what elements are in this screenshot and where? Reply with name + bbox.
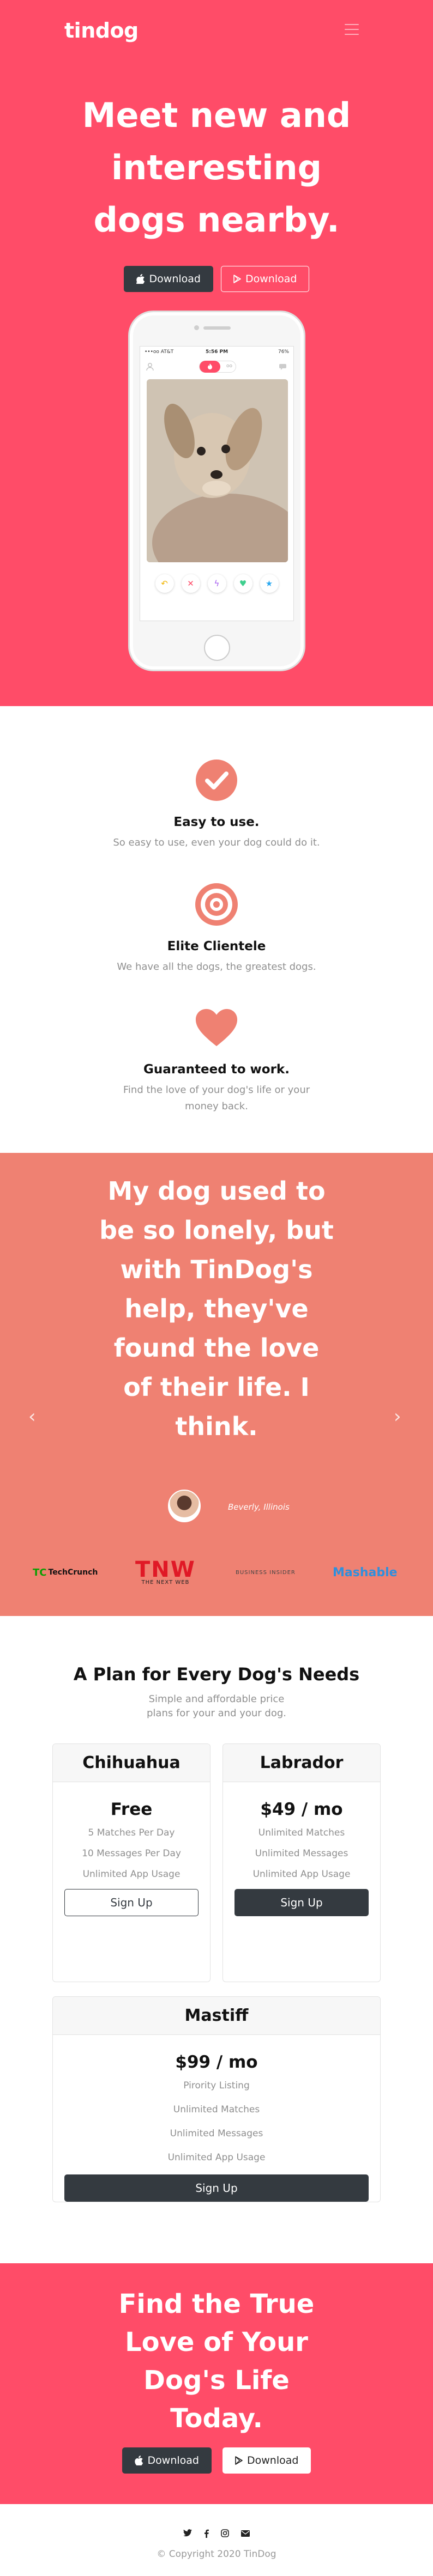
profile-icon bbox=[146, 362, 154, 371]
testimonial-author: Beverly, Illinois bbox=[228, 1502, 290, 1512]
plan-price: $49 / mo bbox=[260, 1800, 343, 1819]
plan-price: Free bbox=[110, 1800, 153, 1819]
plan-feature: Unlimited App Usage bbox=[82, 1869, 181, 1880]
feature-easy: Easy to use. So easy to use, even your d… bbox=[0, 758, 433, 851]
feature-text: We have all the dogs, the greatest dogs. bbox=[117, 961, 316, 973]
techcrunch-logo: TC TechCrunch bbox=[33, 1566, 98, 1578]
mashable-logo: Mashable bbox=[333, 1565, 398, 1579]
google-play-icon bbox=[233, 275, 241, 283]
hero-title: Meet new and interesting dogs nearby. bbox=[82, 95, 351, 240]
business-insider-logo: BUSINESS INSIDER bbox=[236, 1569, 296, 1576]
like-icon[interactable]: ♥ bbox=[233, 574, 252, 593]
flame-icon bbox=[200, 361, 220, 373]
title-section: tindog Meet new and interesting dogs nea… bbox=[0, 0, 433, 706]
plan-card-labrador: Labrador $49 / mo Unlimited Matches Unli… bbox=[222, 1743, 381, 1982]
download-play-button[interactable]: Download bbox=[222, 2447, 311, 2474]
download-apple-label: Download bbox=[147, 2455, 199, 2466]
google-play-icon bbox=[235, 2456, 243, 2465]
cta-title: Find the True Love of Your Dog's Life To… bbox=[118, 2289, 315, 2434]
nope-icon[interactable]: ✕ bbox=[181, 574, 200, 593]
plan-feature: Unlimited App Usage bbox=[167, 2152, 266, 2163]
plan-card-mastiff: Mastiff $99 / mo Pirority Listing Unlimi… bbox=[52, 1996, 381, 2202]
apple-icon bbox=[134, 2456, 143, 2465]
check-circle-icon bbox=[195, 758, 238, 802]
plan-feature: Unlimited Matches bbox=[258, 1827, 345, 1838]
hero-download-buttons: Download Download bbox=[0, 266, 433, 292]
download-apple-label: Download bbox=[149, 273, 201, 285]
footer: © Copyright 2020 TinDog bbox=[0, 2504, 433, 2576]
pricing-subtitle: Simple and affordable price plans for yo… bbox=[147, 1693, 286, 1719]
bullseye-icon bbox=[195, 883, 238, 926]
feature-guaranteed: Guaranteed to work. Find the love of you… bbox=[0, 1006, 433, 1115]
super-like-icon[interactable]: ★ bbox=[260, 574, 279, 593]
cta-section: Find the True Love of Your Dog's Life To… bbox=[0, 2263, 433, 2504]
carousel-next-icon[interactable]: › bbox=[394, 1406, 401, 1427]
apple-icon bbox=[136, 274, 145, 284]
heart-icon bbox=[195, 1006, 238, 1049]
testimonial-quote: My dog used to be so lonely, but with Ti… bbox=[99, 1176, 334, 1441]
phone-speaker bbox=[203, 326, 231, 330]
plan-feature: Unlimited Matches bbox=[173, 2104, 260, 2115]
hamburger-icon[interactable] bbox=[345, 24, 359, 35]
app-bar: oo bbox=[140, 359, 293, 375]
email-icon[interactable] bbox=[241, 2529, 250, 2540]
plan-price: $99 / mo bbox=[175, 2052, 258, 2072]
plan-feature: Unlimited Messages bbox=[170, 2128, 263, 2139]
status-battery: 76% bbox=[278, 349, 289, 355]
undo-icon[interactable]: ↶ bbox=[155, 574, 174, 593]
twitter-icon[interactable] bbox=[183, 2529, 192, 2540]
chat-icon bbox=[279, 362, 288, 371]
sign-up-button[interactable]: Sign Up bbox=[64, 2174, 369, 2202]
feature-title: Elite Clientele bbox=[167, 939, 266, 953]
plan-feature: 10 Messages Per Day bbox=[82, 1848, 181, 1859]
sign-up-button[interactable]: Sign Up bbox=[234, 1889, 369, 1916]
download-apple-button[interactable]: Download bbox=[122, 2447, 212, 2474]
press-logos: TC TechCrunch TNW THE NEXT WEB BUSINESS I… bbox=[0, 1556, 433, 1600]
copyright-text: © Copyright 2020 TinDog bbox=[157, 2549, 276, 2560]
features-section: Easy to use. So easy to use, even your d… bbox=[0, 706, 433, 1153]
feature-text: So easy to use, even your dog could do i… bbox=[113, 837, 320, 848]
dog-photo bbox=[147, 379, 288, 562]
feature-text: Find the love of your dog's life or your… bbox=[123, 1084, 310, 1112]
cta-download-buttons: Download Download bbox=[0, 2447, 433, 2474]
plan-feature: Pirority Listing bbox=[183, 2080, 250, 2091]
phone-home-button bbox=[204, 635, 230, 661]
phone-mockup: •••oo AT&T 5:56 PM 76% oo ↶ ✕ ϟ ♥ ★ bbox=[128, 311, 305, 671]
plan-feature: 5 Matches Per Day bbox=[88, 1827, 175, 1838]
instagram-icon[interactable] bbox=[221, 2529, 229, 2540]
download-play-label: Download bbox=[245, 273, 297, 285]
plan-name: Labrador bbox=[223, 1744, 380, 1782]
feature-elite: Elite Clientele We have all the dogs, th… bbox=[0, 883, 433, 975]
testimonials-section: My dog used to be so lonely, but with Ti… bbox=[0, 1153, 433, 1616]
tnw-logo: TNW THE NEXT WEB bbox=[135, 1557, 196, 1585]
phone-screen: •••oo AT&T 5:56 PM 76% oo ↶ ✕ ϟ ♥ ★ bbox=[140, 346, 294, 621]
carousel-prev-icon[interactable]: ‹ bbox=[28, 1406, 36, 1427]
download-play-label: Download bbox=[247, 2455, 299, 2466]
plan-name: Mastiff bbox=[53, 1997, 380, 2035]
facebook-icon[interactable] bbox=[204, 2529, 209, 2540]
download-play-button[interactable]: Download bbox=[221, 266, 310, 292]
sign-up-button[interactable]: Sign Up bbox=[64, 1889, 199, 1916]
navbar: tindog bbox=[0, 0, 433, 65]
card-action-buttons: ↶ ✕ ϟ ♥ ★ bbox=[140, 574, 293, 593]
phone-status-bar: •••oo AT&T 5:56 PM 76% bbox=[140, 347, 293, 357]
plan-feature: Unlimited App Usage bbox=[252, 1869, 351, 1880]
feature-title: Easy to use. bbox=[173, 815, 260, 829]
phone-camera bbox=[194, 325, 199, 330]
download-apple-button[interactable]: Download bbox=[123, 266, 213, 292]
pricing-title: A Plan for Every Dog's Needs bbox=[73, 1664, 360, 1685]
plan-card-chihuahua: Chihuahua Free 5 Matches Per Day 10 Mess… bbox=[52, 1743, 211, 1982]
plan-feature: Unlimited Messages bbox=[255, 1848, 348, 1859]
toggle-off-label: oo bbox=[226, 363, 232, 369]
testimonial-avatar bbox=[168, 1490, 201, 1522]
status-time: 5:56 PM bbox=[205, 349, 228, 355]
feature-title: Guaranteed to work. bbox=[143, 1062, 290, 1077]
social-icons bbox=[0, 2529, 433, 2540]
navbar-brand[interactable]: tindog bbox=[64, 19, 139, 42]
app-mode-toggle: oo bbox=[199, 361, 236, 373]
pricing-section: A Plan for Every Dog's Needs Simple and … bbox=[0, 1616, 433, 2263]
boost-icon[interactable]: ϟ bbox=[207, 574, 226, 593]
plan-name: Chihuahua bbox=[53, 1744, 210, 1782]
